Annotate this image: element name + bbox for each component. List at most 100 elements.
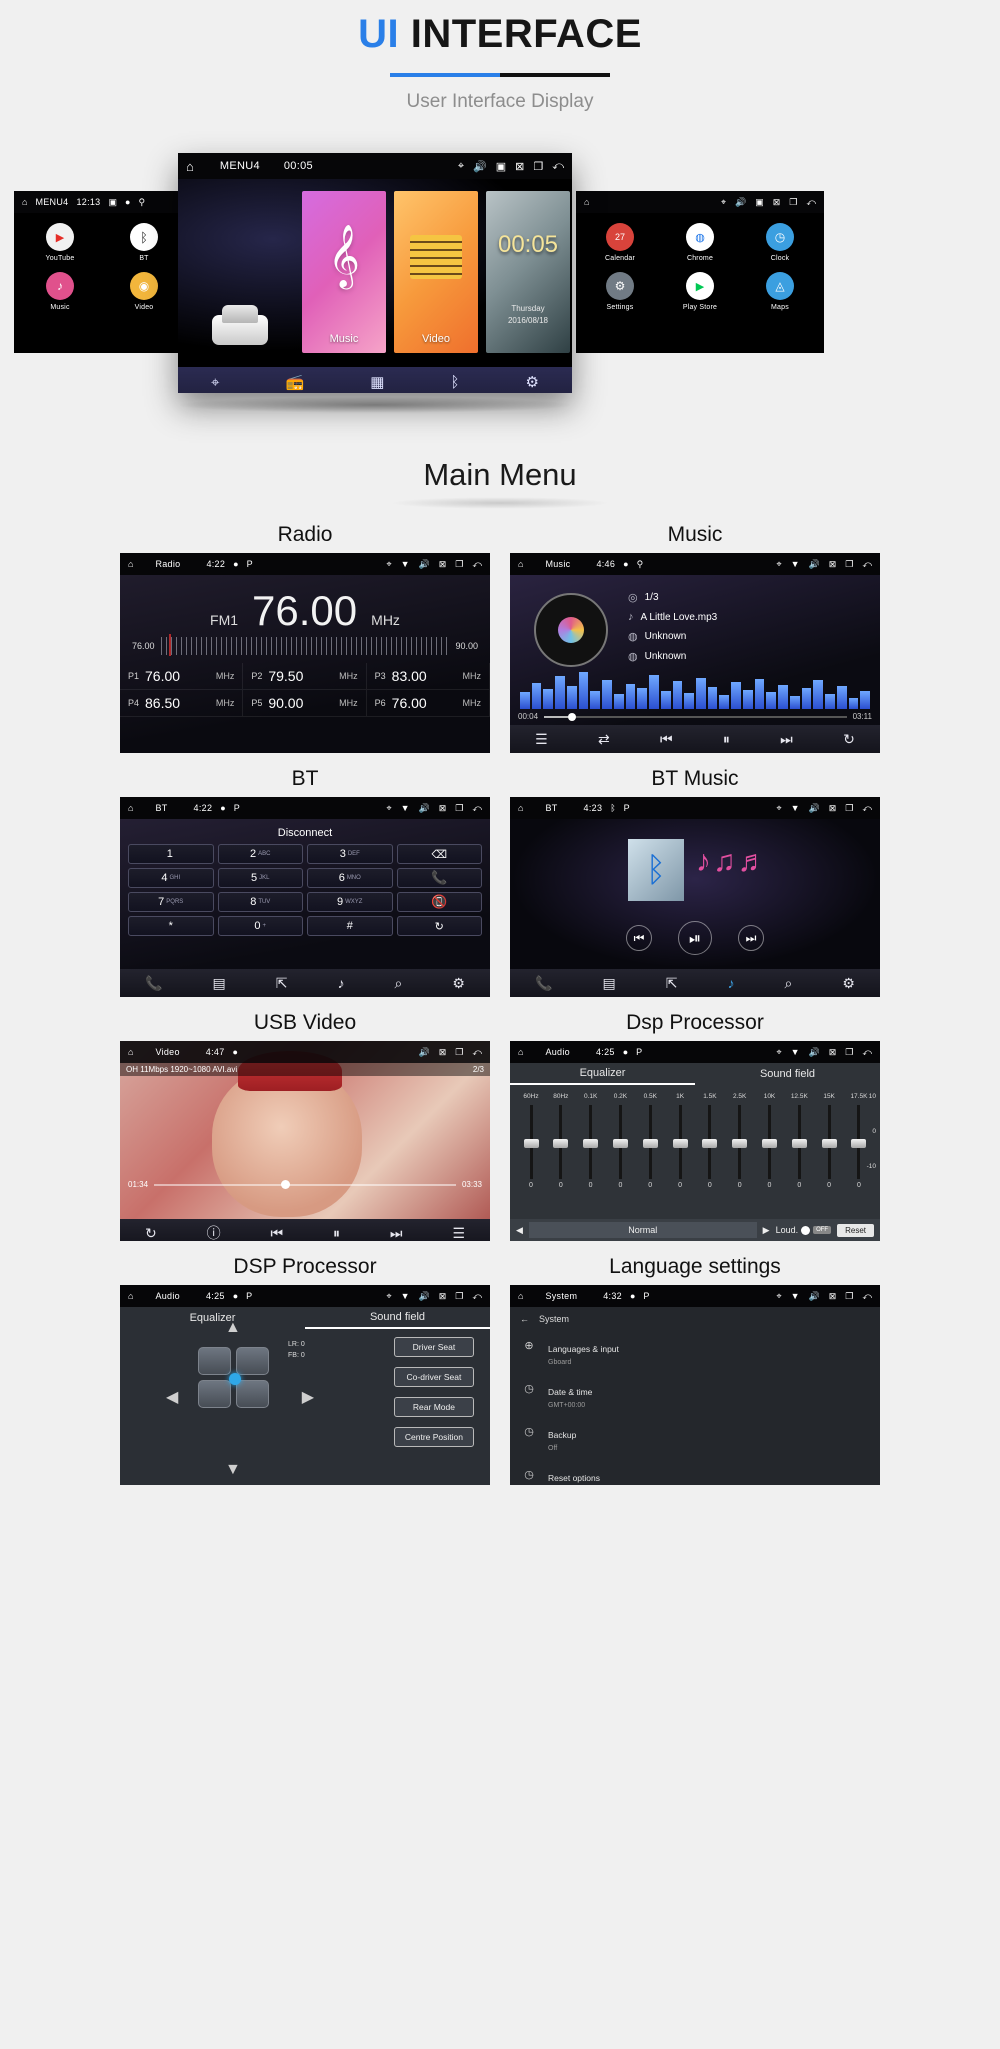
eq-band[interactable]: 2.5K 0 (727, 1093, 753, 1189)
volume-icon[interactable]: 🔊 (809, 1047, 820, 1058)
home-icon[interactable]: ⌂ (128, 803, 133, 813)
home-icon[interactable]: ⌂ (518, 1047, 523, 1057)
play-pause-icon[interactable]: ⏯ (678, 921, 712, 955)
preset-item[interactable]: P5 90.00 MHz (243, 689, 367, 717)
next-icon[interactable]: ⏭ (738, 925, 764, 951)
apps-grid-icon[interactable]: ▦ (370, 373, 384, 391)
tab-sound-field[interactable]: Sound field (695, 1063, 880, 1085)
eq-band[interactable]: 12.5K 0 (786, 1093, 812, 1189)
prev-preset-icon[interactable]: ◀ (516, 1225, 523, 1236)
tab-equalizer[interactable]: Equalizer (510, 1063, 695, 1085)
back-arrow-icon[interactable]: ← (520, 1314, 529, 1324)
list-icon[interactable]: ☰ (535, 731, 548, 748)
progress-bar[interactable] (544, 712, 847, 721)
next-preset-icon[interactable]: ▶ (763, 1225, 770, 1236)
home-icon[interactable]: ⌂ (128, 1047, 133, 1057)
pause-icon[interactable]: ⏸ (723, 731, 730, 748)
settings-row[interactable]: ◷ Reset options Network, apps, or device… (510, 1460, 880, 1485)
card-music[interactable]: 𝄞 Music (302, 191, 386, 353)
contacts-icon[interactable]: ▤ (602, 975, 615, 992)
seat-rear-right[interactable] (236, 1380, 269, 1408)
recents-icon[interactable]: ❐ (845, 1291, 853, 1302)
info-icon[interactable]: ⓘ (207, 1223, 221, 1241)
pause-icon[interactable]: ⏸ (333, 1225, 340, 1242)
bluetooth-icon[interactable]: ᛒ (450, 374, 459, 391)
preset-item[interactable]: P6 76.00 MHz (366, 689, 490, 717)
preset-item[interactable]: P4 86.50 MHz (120, 689, 244, 717)
seat-front-right[interactable] (236, 1347, 269, 1375)
music-progress[interactable]: 00:04 03:11 (518, 712, 872, 721)
close-icon[interactable]: ⊠ (439, 1291, 447, 1302)
seat-rear-left[interactable] (198, 1380, 231, 1408)
settings-icon[interactable]: ⚙ (842, 975, 855, 992)
loudness-toggle[interactable]: Loud. OFF (776, 1225, 832, 1235)
video-progress[interactable]: 01:34 03:33 (120, 1179, 490, 1189)
close-icon[interactable]: ⊠ (439, 803, 447, 814)
previous-icon[interactable]: ⏮ (271, 1225, 284, 1242)
back-icon[interactable]: ⤺ (862, 1047, 872, 1058)
eq-band[interactable]: 0.2K 0 (607, 1093, 633, 1189)
preset-item[interactable]: P1 76.00 MHz (120, 662, 244, 690)
eq-band[interactable]: 1.5K 0 (697, 1093, 723, 1189)
settings-row[interactable]: ⊕ Languages & input Gboard (510, 1331, 880, 1374)
volume-icon[interactable]: 🔊 (419, 803, 430, 814)
next-icon[interactable]: ⏭ (390, 1225, 403, 1242)
previous-icon[interactable]: ⏮ (660, 731, 673, 748)
dial-key[interactable]: * (128, 916, 214, 936)
back-icon[interactable]: ⤺ (862, 559, 872, 570)
volume-icon[interactable]: 🔊 (419, 1047, 430, 1058)
back-icon[interactable]: ⤺ (472, 1047, 482, 1058)
backspace-key[interactable]: ⌫ (396, 844, 482, 864)
dial-key[interactable]: 8 TUV (217, 892, 303, 912)
dial-key[interactable]: 4 GHI (128, 868, 214, 888)
app-item[interactable]: ♪ Music (18, 272, 102, 311)
app-item[interactable]: ◬ Maps (740, 272, 820, 311)
back-icon[interactable]: ⤺ (862, 1291, 872, 1302)
home-icon[interactable]: ⌂ (518, 559, 523, 569)
preset-co-driver-seat[interactable]: Co-driver Seat (393, 1367, 474, 1387)
close-icon[interactable]: ⊠ (829, 1291, 837, 1302)
screenshot-icon[interactable]: ▣ (496, 160, 506, 173)
close-icon[interactable]: ⊠ (829, 1047, 837, 1058)
list-icon[interactable]: ☰ (452, 1225, 465, 1242)
volume-icon[interactable]: 🔊 (735, 197, 746, 208)
tab-sound-field[interactable]: Sound field (305, 1307, 490, 1329)
eq-band[interactable]: 80Hz 0 (548, 1093, 574, 1189)
app-item[interactable]: ⚙ Settings (580, 272, 660, 311)
app-item[interactable]: ◍ Chrome (660, 223, 740, 262)
recents-icon[interactable]: ❐ (533, 160, 543, 173)
back-icon[interactable]: ⤺ (472, 1291, 482, 1302)
navigation-icon[interactable]: ⌖ (211, 374, 219, 391)
home-icon[interactable]: ⌂ (128, 559, 133, 569)
dial-key[interactable]: 3 DEF (307, 844, 393, 864)
back-icon[interactable]: ⤺ (472, 559, 482, 570)
home-icon[interactable]: ⌂ (186, 159, 194, 174)
dial-key[interactable]: # (307, 916, 393, 936)
preset-item[interactable]: P2 79.50 MHz (243, 662, 367, 690)
arrow-down-icon[interactable]: ▼ (225, 1461, 241, 1479)
back-icon[interactable]: ⤺ (862, 803, 872, 814)
previous-icon[interactable]: ⏮ (626, 925, 652, 951)
home-icon[interactable]: ⌂ (22, 197, 27, 207)
tuning-scale[interactable]: 76.00 90.00 (120, 631, 490, 656)
transfer-icon[interactable]: ⇱ (666, 975, 678, 992)
phone-icon[interactable]: 📞 (535, 975, 552, 992)
recents-icon[interactable]: ❐ (455, 1291, 463, 1302)
contacts-icon[interactable]: ▤ (212, 975, 225, 992)
dial-key[interactable]: 1 (128, 844, 214, 864)
app-item[interactable]: ᛒ BT (102, 223, 186, 262)
card-video[interactable]: Video (394, 191, 478, 353)
dial-key[interactable]: 2 ABC (217, 844, 303, 864)
volume-icon[interactable]: 🔊 (809, 803, 820, 814)
app-item[interactable]: 27 Calendar (580, 223, 660, 262)
preset-centre-position[interactable]: Centre Position (393, 1427, 474, 1447)
transfer-icon[interactable]: ⇱ (276, 975, 288, 992)
back-icon[interactable]: ⤺ (806, 197, 816, 208)
search-icon[interactable]: ⌕ (395, 975, 403, 992)
arrow-left-icon[interactable]: ◀ (166, 1387, 178, 1407)
repeat-icon[interactable]: ↻ (843, 731, 855, 748)
progress-bar[interactable] (154, 1179, 456, 1189)
close-icon[interactable]: ⊠ (829, 559, 837, 570)
repeat-icon[interactable]: ↻ (145, 1225, 157, 1242)
recents-icon[interactable]: ❐ (455, 803, 463, 814)
